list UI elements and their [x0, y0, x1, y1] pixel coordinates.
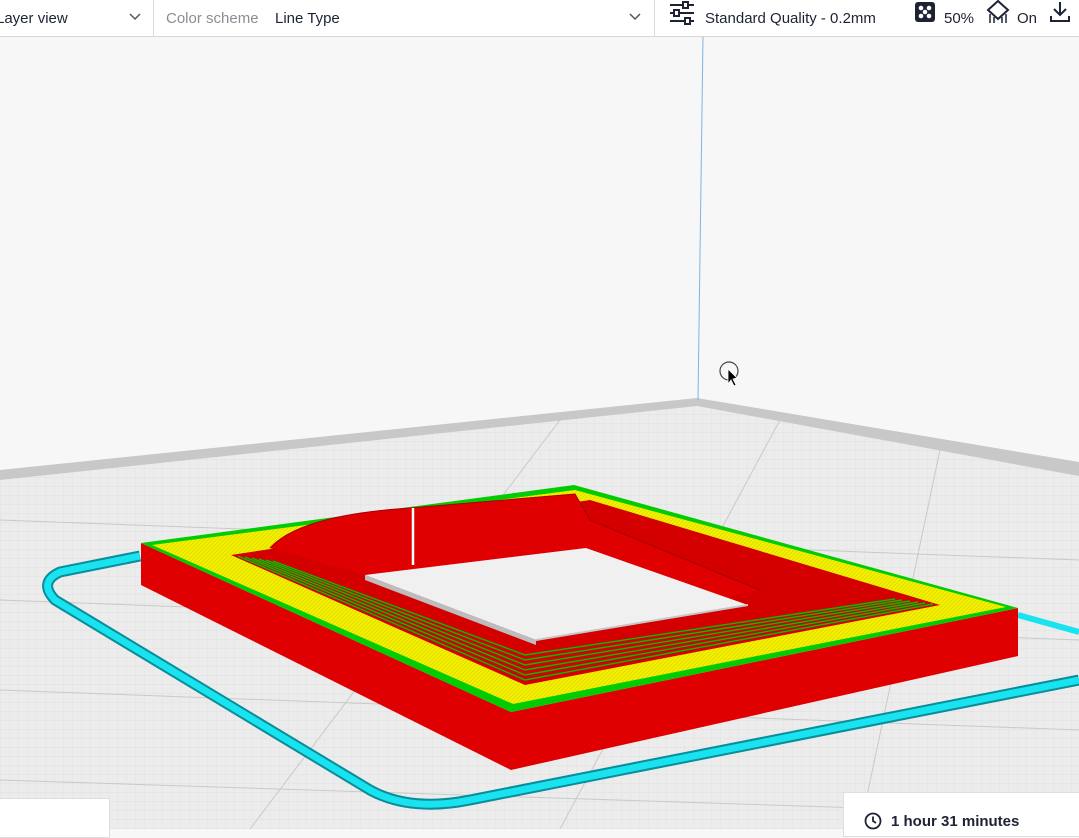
cursor-icon	[719, 361, 739, 387]
chevron-down-icon	[629, 13, 641, 21]
color-scheme-dropdown[interactable]: Color scheme Line Type	[154, 0, 654, 36]
3d-viewport[interactable]	[0, 37, 1079, 829]
view-mode-label: Layer view	[0, 10, 68, 27]
z-axis-line	[697, 37, 704, 401]
download-icon	[1050, 2, 1070, 22]
print-time-panel[interactable]: 1 hour 31 minutes	[843, 792, 1079, 837]
infill-icon	[915, 2, 935, 22]
settings-sliders-icon	[670, 1, 694, 25]
quality-label: Standard Quality - 0.2mm	[705, 10, 876, 27]
support-icon	[986, 0, 1010, 23]
view-mode-dropdown[interactable]: Layer view	[0, 0, 153, 36]
chevron-down-icon	[129, 13, 141, 21]
color-scheme-label: Color scheme	[166, 10, 259, 27]
clock-icon	[864, 812, 882, 830]
color-scheme-value: Line Type	[275, 10, 340, 27]
bottom-left-panel[interactable]	[0, 798, 110, 838]
print-settings-button[interactable]: Standard Quality - 0.2mm 50% On	[655, 0, 1079, 36]
top-toolbar: Layer view Color scheme Line Type Standa…	[0, 0, 1079, 37]
support-value: On	[1017, 10, 1038, 27]
infill-value: 50%	[944, 10, 975, 27]
print-time-label: 1 hour 31 minutes	[891, 812, 1020, 830]
